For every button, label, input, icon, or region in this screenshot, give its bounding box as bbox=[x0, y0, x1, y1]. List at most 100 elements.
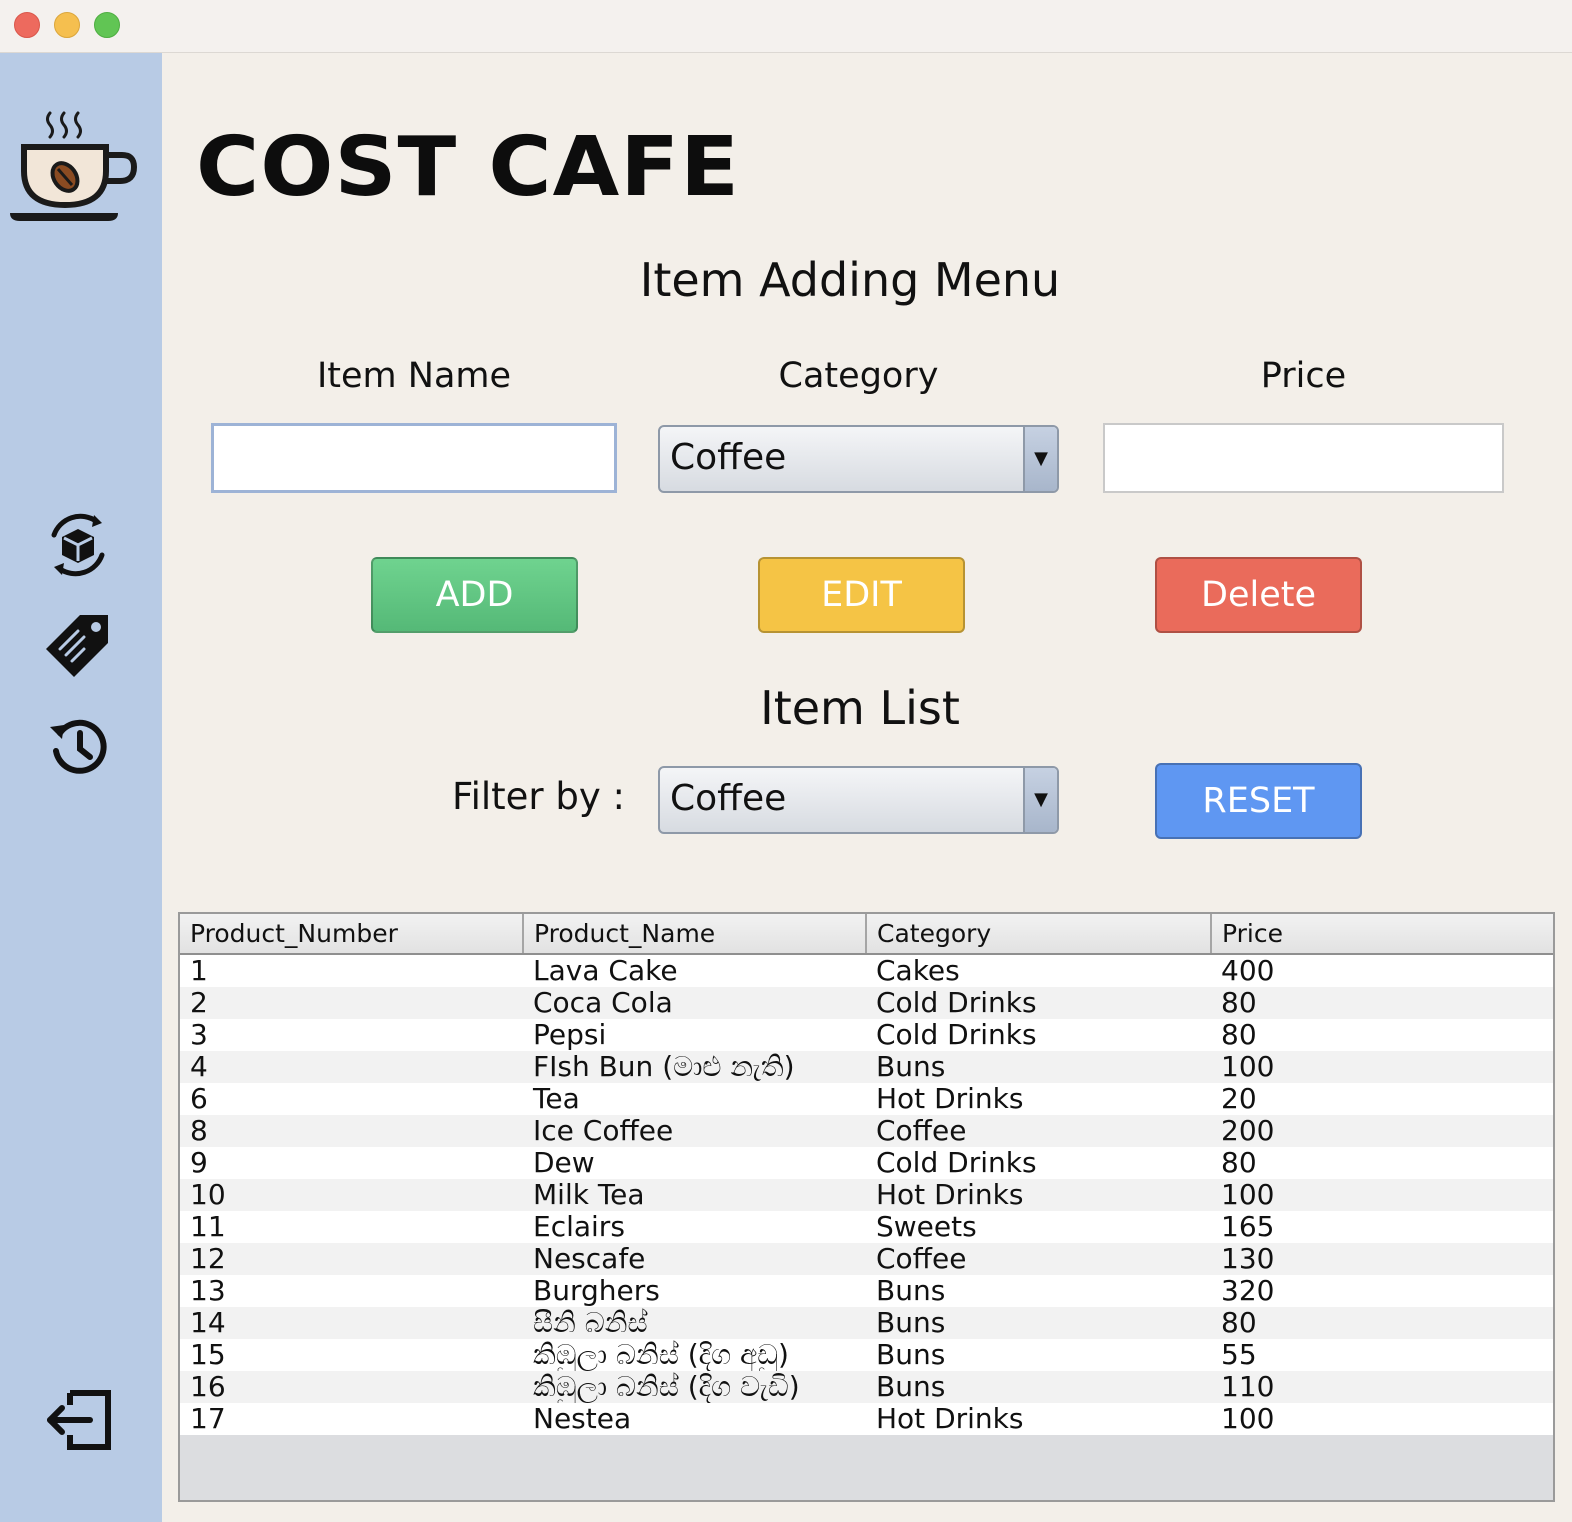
cell-product-number: 14 bbox=[180, 1307, 523, 1339]
cell-price: 55 bbox=[1211, 1339, 1553, 1371]
cell-category: Cold Drinks bbox=[866, 987, 1211, 1019]
category-select[interactable]: Coffee ▼ bbox=[658, 425, 1059, 493]
cell-category: Buns bbox=[866, 1051, 1211, 1083]
cell-product-number: 16 bbox=[180, 1371, 523, 1403]
item-name-input[interactable] bbox=[211, 423, 617, 493]
delete-button[interactable]: Delete bbox=[1155, 557, 1362, 633]
window-titlebar bbox=[0, 0, 1572, 53]
close-window-button[interactable] bbox=[14, 12, 40, 38]
cell-product-number: 8 bbox=[180, 1115, 523, 1147]
cell-product-number: 12 bbox=[180, 1243, 523, 1275]
cell-price: 80 bbox=[1211, 1147, 1553, 1179]
maximize-window-button[interactable] bbox=[94, 12, 120, 38]
minimize-window-button[interactable] bbox=[54, 12, 80, 38]
cell-product-name: Eclairs bbox=[523, 1211, 866, 1243]
cell-category: Sweets bbox=[866, 1211, 1211, 1243]
table-row[interactable]: 1 Lava Cake Cakes 400 bbox=[180, 954, 1553, 987]
table-row[interactable]: 2 Coca Cola Cold Drinks 80 bbox=[180, 987, 1553, 1019]
cell-price: 130 bbox=[1211, 1243, 1553, 1275]
category-select-value: Coffee bbox=[670, 437, 787, 478]
table-row[interactable]: 17 Nestea Hot Drinks 100 bbox=[180, 1403, 1553, 1435]
item-name-label: Item Name bbox=[316, 356, 512, 396]
cell-product-number: 9 bbox=[180, 1147, 523, 1179]
cell-price: 80 bbox=[1211, 987, 1553, 1019]
table-row[interactable]: 11 Eclairs Sweets 165 bbox=[180, 1211, 1553, 1243]
cell-product-name: Burghers bbox=[523, 1275, 866, 1307]
cell-category: Buns bbox=[866, 1371, 1211, 1403]
cell-category: Cold Drinks bbox=[866, 1019, 1211, 1051]
table-row[interactable]: 9 Dew Cold Drinks 80 bbox=[180, 1147, 1553, 1179]
cell-price: 400 bbox=[1211, 954, 1553, 987]
cell-category: Hot Drinks bbox=[866, 1083, 1211, 1115]
cell-product-name: Tea bbox=[523, 1083, 866, 1115]
edit-button[interactable]: EDIT bbox=[758, 557, 965, 633]
cell-product-name: Coca Cola bbox=[523, 987, 866, 1019]
filter-select-value: Coffee bbox=[670, 778, 787, 819]
column-header-category[interactable]: Category bbox=[866, 914, 1212, 955]
cell-category: Buns bbox=[866, 1339, 1211, 1371]
item-table[interactable]: Product_Number Product_Name Category Pri… bbox=[178, 912, 1555, 1502]
column-header-product-name[interactable]: Product_Name bbox=[523, 914, 867, 955]
cell-product-number: 10 bbox=[180, 1179, 523, 1211]
category-label: Category bbox=[778, 356, 939, 396]
cell-product-name: Pepsi bbox=[523, 1019, 866, 1051]
cell-product-number: 3 bbox=[180, 1019, 523, 1051]
table-row[interactable]: 15 කිඹුලා බනිස් (දිග අඩු) Buns 55 bbox=[180, 1339, 1553, 1371]
table-row[interactable]: 12 Nescafe Coffee 130 bbox=[180, 1243, 1553, 1275]
price-input[interactable] bbox=[1103, 423, 1504, 493]
cell-product-number: 2 bbox=[180, 987, 523, 1019]
cell-product-name: Ice Coffee bbox=[523, 1115, 866, 1147]
price-label: Price bbox=[1260, 356, 1347, 396]
cell-product-number: 4 bbox=[180, 1051, 523, 1083]
table-row[interactable]: 4 FIsh Bun (මාළු නැති) Buns 100 bbox=[180, 1051, 1553, 1083]
product-box-icon[interactable] bbox=[44, 511, 112, 579]
cell-product-name: Milk Tea bbox=[523, 1179, 866, 1211]
cell-category: Cakes bbox=[866, 954, 1211, 987]
cell-product-number: 15 bbox=[180, 1339, 523, 1371]
chevron-down-icon[interactable]: ▼ bbox=[1023, 427, 1057, 491]
add-button[interactable]: ADD bbox=[371, 557, 578, 633]
cell-price: 100 bbox=[1211, 1403, 1553, 1435]
history-icon[interactable] bbox=[48, 717, 108, 777]
cell-product-name: Nescafe bbox=[523, 1243, 866, 1275]
cell-price: 80 bbox=[1211, 1019, 1553, 1051]
chevron-down-icon[interactable]: ▼ bbox=[1023, 768, 1057, 832]
cell-category: Cold Drinks bbox=[866, 1147, 1211, 1179]
cell-price: 80 bbox=[1211, 1307, 1553, 1339]
cell-product-name: Nestea bbox=[523, 1403, 866, 1435]
cell-category: Coffee bbox=[866, 1115, 1211, 1147]
logout-icon[interactable] bbox=[44, 1389, 114, 1451]
reset-button[interactable]: RESET bbox=[1155, 763, 1362, 839]
table-row[interactable]: 8 Ice Coffee Coffee 200 bbox=[180, 1115, 1553, 1147]
column-header-product-number[interactable]: Product_Number bbox=[180, 914, 524, 955]
cell-product-number: 1 bbox=[180, 954, 523, 987]
filter-by-label: Filter by : bbox=[452, 775, 626, 818]
filter-select[interactable]: Coffee ▼ bbox=[658, 766, 1059, 834]
table-row[interactable]: 14 සීනි බනිස් Buns 80 bbox=[180, 1307, 1553, 1339]
sidebar bbox=[0, 53, 162, 1522]
cell-price: 100 bbox=[1211, 1179, 1553, 1211]
cell-product-number: 13 bbox=[180, 1275, 523, 1307]
table-row[interactable]: 16 කිඹුලා බනිස් (දිග වැඩි) Buns 110 bbox=[180, 1371, 1553, 1403]
cell-category: Coffee bbox=[866, 1243, 1211, 1275]
cell-product-name: සීනි බනිස් bbox=[523, 1307, 866, 1339]
cell-product-name: Dew bbox=[523, 1147, 866, 1179]
cell-category: Hot Drinks bbox=[866, 1179, 1211, 1211]
table-row[interactable]: 6 Tea Hot Drinks 20 bbox=[180, 1083, 1553, 1115]
table-row[interactable]: 3 Pepsi Cold Drinks 80 bbox=[180, 1019, 1553, 1051]
cell-product-name: FIsh Bun (මාළු නැති) bbox=[523, 1051, 866, 1083]
cell-product-name: Lava Cake bbox=[523, 954, 866, 987]
cell-price: 100 bbox=[1211, 1051, 1553, 1083]
cell-price: 320 bbox=[1211, 1275, 1553, 1307]
app-brand-title: COST CAFE bbox=[196, 120, 741, 215]
table-row[interactable]: 13 Burghers Buns 320 bbox=[180, 1275, 1553, 1307]
cell-category: Buns bbox=[866, 1307, 1211, 1339]
cell-product-number: 6 bbox=[180, 1083, 523, 1115]
cell-product-name: කිඹුලා බනිස් (දිග වැඩි) bbox=[523, 1371, 866, 1403]
cell-price: 200 bbox=[1211, 1115, 1553, 1147]
price-tag-icon[interactable] bbox=[44, 611, 112, 679]
cell-product-number: 17 bbox=[180, 1403, 523, 1435]
column-header-price[interactable]: Price bbox=[1211, 914, 1553, 955]
cell-product-name: කිඹුලා බනිස් (දිග අඩු) bbox=[523, 1339, 866, 1371]
table-row[interactable]: 10 Milk Tea Hot Drinks 100 bbox=[180, 1179, 1553, 1211]
